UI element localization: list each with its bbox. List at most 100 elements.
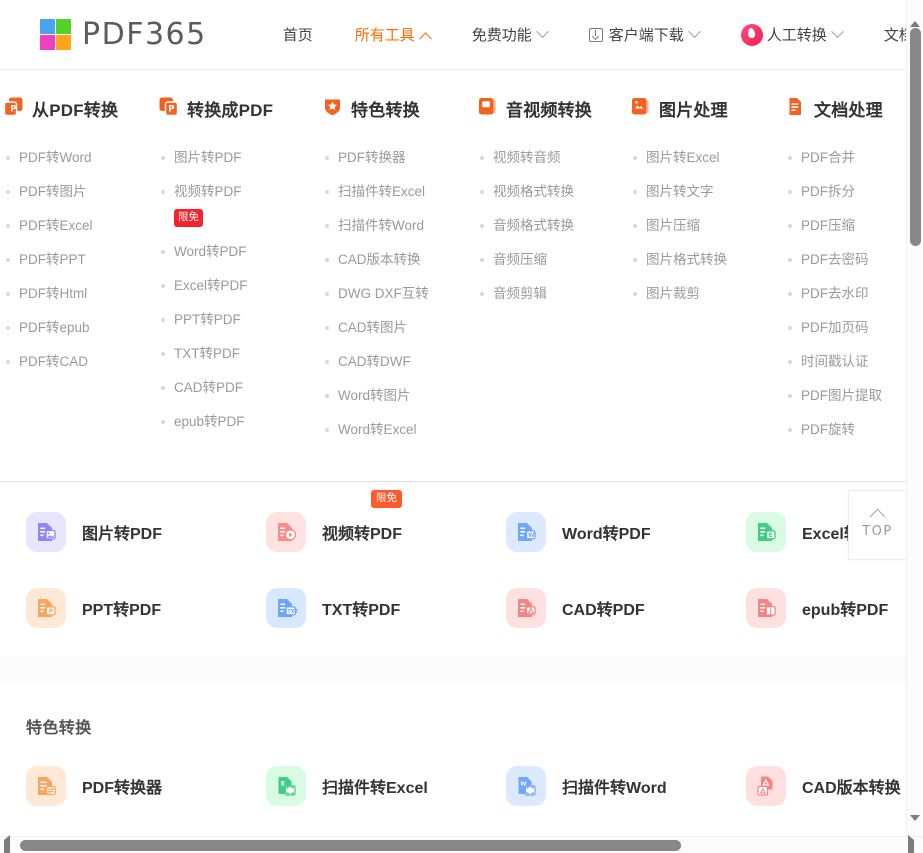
bullet-icon	[161, 156, 165, 160]
menu-item[interactable]: DWG DXF互转	[323, 277, 478, 311]
menu-item[interactable]: Excel转PDF	[159, 269, 323, 303]
menu-item-label: PDF转CAD	[19, 354, 89, 369]
tool-tile-label: 扫描件转Excel	[322, 780, 428, 797]
scroll-left-arrow-icon[interactable]	[4, 835, 15, 853]
tool-tile-pdf-converter[interactable]: PDF转换器	[26, 766, 266, 806]
menu-item[interactable]: Word转PDF	[159, 235, 323, 269]
menu-item[interactable]: PDF转换器	[323, 141, 478, 175]
tool-tile-ppt-to-pdf[interactable]: P PPT转PDF	[26, 588, 266, 628]
scroll-up-arrow-icon[interactable]	[910, 4, 921, 27]
nav-item-all-tools[interactable]: 所有工具	[341, 24, 444, 46]
menu-item[interactable]: PDF去水印	[786, 277, 906, 311]
menu-item[interactable]: PDF转epub	[4, 311, 159, 345]
menu-item[interactable]: 音频剪辑	[478, 277, 631, 311]
menu-item[interactable]: CAD转PDF	[159, 371, 323, 405]
menu-item[interactable]: 扫描件转Word	[323, 209, 478, 243]
svg-text:P: P	[49, 607, 54, 615]
menu-item[interactable]: PDF转Word	[4, 141, 159, 175]
menu-item[interactable]: 图片压缩	[631, 209, 786, 243]
menu-item[interactable]: PDF转PPT	[4, 243, 159, 277]
column-list: 图片转Excel 图片转文字 图片压缩 图片格式转换 图片裁剪	[631, 141, 786, 311]
tool-tile-txt-to-pdf[interactable]: TXT TXT转PDF	[266, 588, 506, 628]
nav-item-home[interactable]: 首页	[269, 24, 327, 45]
menu-item[interactable]: 视频转PDF 限免	[159, 175, 323, 233]
tool-grid-row: P PPT转PDF TXT TXT转PDF CAD转PDF epub转PDF	[0, 588, 906, 628]
column-header: 文档处理	[786, 96, 906, 121]
bullet-icon	[161, 386, 165, 390]
tool-tile-epub-to-pdf[interactable]: epub转PDF	[746, 588, 906, 628]
nav-item-label: 首页	[282, 27, 313, 44]
menu-item[interactable]: 视频转音频	[478, 141, 631, 175]
column-list: PDF合并 PDF拆分 PDF压缩 PDF去密码 PDF去水印 PDF加页码 时…	[786, 141, 906, 447]
doc-epub-icon	[746, 588, 786, 628]
svg-text:W: W	[528, 532, 535, 539]
back-to-top-button[interactable]: TOP	[848, 490, 906, 560]
scroll-right-arrow-icon[interactable]	[908, 835, 919, 853]
tool-tile-word-to-pdf[interactable]: W Word转PDF	[506, 512, 746, 552]
bullet-icon	[161, 284, 165, 288]
menu-item[interactable]: PDF转Html	[4, 277, 159, 311]
nav-item-doc-translate[interactable]: 文档翻译 HOT	[870, 24, 906, 45]
menu-item[interactable]: CAD版本转换	[323, 243, 478, 277]
menu-item-label: PDF转Excel	[19, 218, 93, 233]
menu-item[interactable]: 图片格式转换	[631, 243, 786, 277]
menu-item[interactable]: PDF压缩	[786, 209, 906, 243]
menu-item[interactable]: Word转Excel	[323, 413, 478, 447]
bullet-icon	[480, 190, 484, 194]
tool-tile-video-to-pdf[interactable]: 限免 视频转PDF	[266, 490, 506, 552]
logo[interactable]: PDF365	[40, 17, 207, 52]
svg-text:E: E	[281, 781, 285, 788]
horizontal-scrollbar[interactable]	[0, 835, 923, 853]
menu-item-label: 图片裁剪	[646, 286, 700, 301]
menu-item[interactable]: PDF旋转	[786, 413, 906, 447]
tool-tile-cad-version-convert[interactable]: CAD版本转换	[746, 766, 906, 806]
nav-item-free-features[interactable]: 免费功能	[458, 24, 561, 45]
menu-item[interactable]: 图片转Excel	[631, 141, 786, 175]
mega-menu-columns: P 从PDF转换 PDF转Word PDF转图片 PDF转Excel PDF转P…	[0, 96, 906, 447]
scroll-down-arrow-icon[interactable]	[910, 815, 921, 838]
menu-item[interactable]: PDF去密码	[786, 243, 906, 277]
menu-item[interactable]: 音频格式转换	[478, 209, 631, 243]
download-icon	[588, 27, 603, 42]
menu-item[interactable]: PDF拆分	[786, 175, 906, 209]
menu-item[interactable]: 扫描件转Excel	[323, 175, 478, 209]
menu-item-label: 图片格式转换	[646, 252, 727, 267]
tool-tile-scan-to-excel[interactable]: E 扫描件转Excel	[266, 766, 506, 806]
menu-item[interactable]: PDF转Excel	[4, 209, 159, 243]
bullet-icon	[788, 292, 792, 296]
menu-item[interactable]: epub转PDF	[159, 405, 323, 439]
vertical-scrollbar-thumb[interactable]	[910, 28, 921, 246]
menu-item[interactable]: PDF图片提取	[786, 379, 906, 413]
tool-tile-cad-to-pdf[interactable]: CAD转PDF	[506, 588, 746, 628]
menu-item[interactable]: PDF加页码	[786, 311, 906, 345]
menu-item[interactable]: CAD转图片	[323, 311, 478, 345]
menu-item[interactable]: PDF转图片	[4, 175, 159, 209]
tool-tile-image-to-pdf[interactable]: 图片转PDF	[26, 512, 266, 552]
column-header: P 转换成PDF	[159, 96, 323, 121]
menu-item[interactable]: PPT转PDF	[159, 303, 323, 337]
menu-item[interactable]: 音频压缩	[478, 243, 631, 277]
bullet-icon	[6, 292, 10, 296]
nav-item-label: 文档翻译	[883, 27, 906, 44]
menu-item[interactable]: CAD转DWF	[323, 345, 478, 379]
menu-item-label: 音频剪辑	[493, 286, 547, 301]
menu-item[interactable]: PDF转CAD	[4, 345, 159, 379]
vertical-scrollbar[interactable]	[906, 0, 923, 838]
menu-item[interactable]: 图片转PDF	[159, 141, 323, 175]
menu-item[interactable]: TXT转PDF	[159, 337, 323, 371]
column-title: 特色转换	[351, 101, 420, 120]
tool-tile-label: TXT转PDF	[322, 602, 401, 619]
menu-item[interactable]: 时间戳认证	[786, 345, 906, 379]
menu-item-label: 音频格式转换	[493, 218, 574, 233]
menu-item[interactable]: 图片转文字	[631, 175, 786, 209]
tool-tile-scan-to-word[interactable]: W 扫描件转Word	[506, 766, 746, 806]
doc-image-icon	[26, 512, 66, 552]
nav-item-manual-conversion[interactable]: 人工转换	[727, 23, 856, 46]
nav-item-client-download[interactable]: 客户端下载	[575, 24, 713, 45]
menu-item[interactable]: PDF合并	[786, 141, 906, 175]
mega-column-document-processing: 文档处理 PDF合并 PDF拆分 PDF压缩 PDF去密码 PDF去水印 PDF…	[786, 96, 906, 447]
menu-item[interactable]: Word转图片	[323, 379, 478, 413]
horizontal-scrollbar-thumb[interactable]	[20, 840, 681, 851]
menu-item[interactable]: 图片裁剪	[631, 277, 786, 311]
menu-item[interactable]: 视频格式转换	[478, 175, 631, 209]
